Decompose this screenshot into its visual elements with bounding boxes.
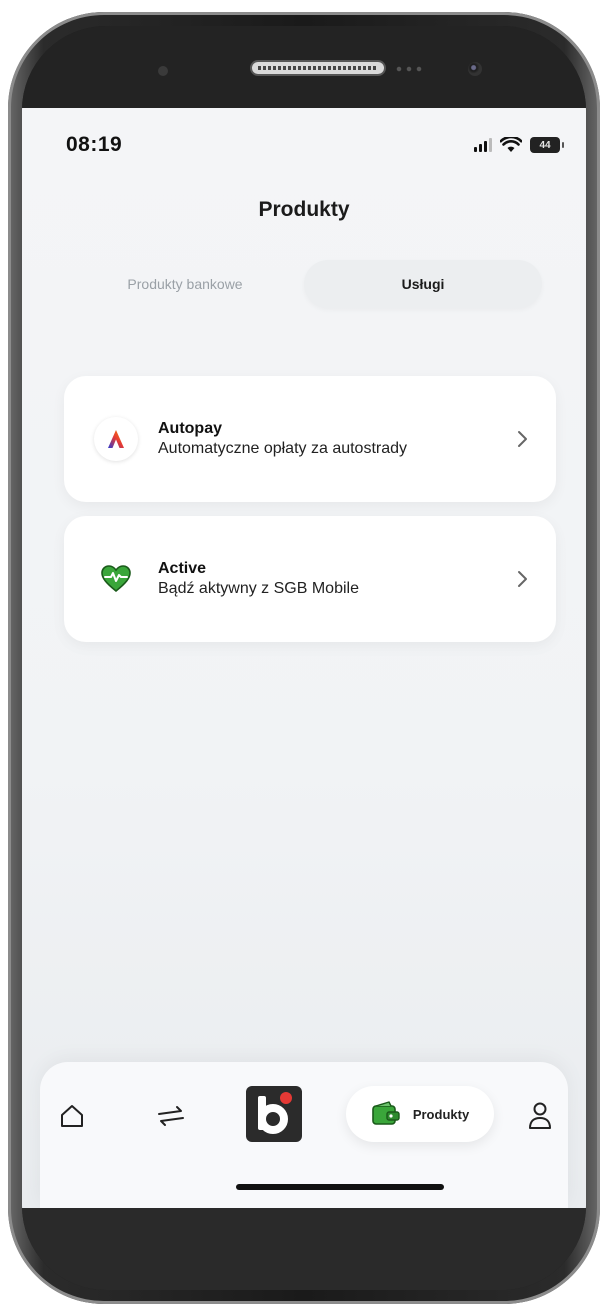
sensor-dots-icon (394, 66, 424, 72)
bottom-navigation: Produkty (40, 1062, 568, 1208)
chevron-right-icon (518, 431, 527, 447)
profile-icon (529, 1102, 551, 1129)
heart-pulse-icon (94, 557, 138, 601)
home-indicator[interactable] (236, 1184, 444, 1190)
phone-bottom-bezel (22, 1208, 586, 1290)
service-card-autopay[interactable]: Autopay Automatyczne opłaty za autostrad… (64, 376, 556, 502)
status-icons: 44 (474, 137, 564, 153)
page-title: Produkty (258, 198, 350, 221)
chevron-right-icon (518, 571, 527, 587)
tab-uslugi[interactable]: Usługi (304, 260, 542, 308)
status-bar: 08:19 44 (66, 130, 564, 160)
phone-frame: 08:19 44 Produkty Produkty bankowe Usług… (8, 12, 600, 1304)
sensor-icon (158, 66, 168, 76)
nav-products-button[interactable]: Produkty (346, 1086, 494, 1142)
service-card-active[interactable]: Active Bądź aktywny z SGB Mobile (64, 516, 556, 642)
brand-logo-icon (258, 1092, 292, 1134)
speaker-icon (250, 60, 386, 76)
card-subtitle: Automatyczne opłaty za autostrady (158, 440, 408, 457)
status-time: 08:19 (66, 133, 123, 156)
app-screen: 08:19 44 Produkty Produkty bankowe Usług… (22, 108, 586, 1208)
transfer-icon (158, 1106, 184, 1126)
nav-home-button[interactable] (50, 1090, 94, 1142)
tab-bar: Produkty bankowe Usługi (66, 260, 542, 308)
tab-produkty-bankowe[interactable]: Produkty bankowe (66, 260, 304, 308)
card-text: Active Bądź aktywny z SGB Mobile (158, 559, 516, 599)
home-icon (61, 1105, 83, 1127)
battery-icon: 44 (530, 137, 564, 153)
wifi-icon (500, 137, 522, 152)
nav-transfer-button[interactable] (146, 1090, 196, 1142)
wallet-icon (372, 1101, 400, 1125)
autopay-icon (94, 417, 138, 461)
camera-icon (468, 62, 482, 76)
nav-brand-button[interactable] (246, 1086, 302, 1142)
nav-profile-button[interactable] (518, 1090, 562, 1142)
card-text: Autopay Automatyczne opłaty za autostrad… (158, 419, 516, 459)
nav-products-label: Produkty (412, 1106, 470, 1122)
card-title: Autopay (158, 420, 222, 437)
phone-bezel: 08:19 44 Produkty Produkty bankowe Usług… (22, 26, 586, 1290)
signal-icon (474, 138, 492, 152)
phone-top-bezel (22, 26, 586, 108)
card-title: Active (158, 560, 207, 577)
card-subtitle: Bądź aktywny z SGB Mobile (158, 580, 359, 597)
